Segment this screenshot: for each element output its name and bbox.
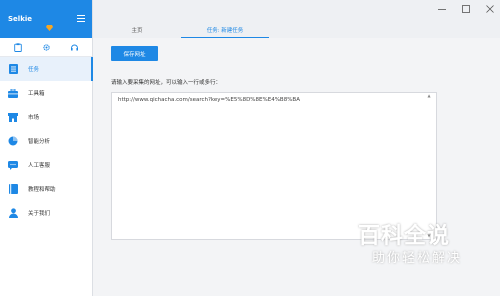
sidebar-item-help[interactable]: 教程和帮助 <box>0 177 92 201</box>
url-input-value: http://www.qichacha.com/search?key=%E5%8… <box>118 97 300 103</box>
sidebar-item-tasks[interactable]: 任务 <box>0 57 93 81</box>
vertical-scrollbar[interactable]: ▲ ▼ <box>427 93 431 239</box>
sidebar-item-support[interactable]: 人工客服 <box>0 153 92 177</box>
sidebar-item-market[interactable]: 市场 <box>0 105 92 129</box>
tab-new-task[interactable]: 任务: 新建任务 <box>181 24 269 38</box>
sidebar: Selkie 任务 工具箱 市场 智能分析 人工客服 教程和帮助 关于我们 <box>0 0 93 296</box>
url-input-textarea[interactable]: http://www.qichacha.com/search?key=%E5%8… <box>111 92 437 240</box>
book-icon <box>8 184 18 194</box>
market-icon <box>8 112 18 122</box>
app-title: Selkie <box>8 15 32 23</box>
url-input-hint: 请输入要采集的网址，可以输入一行或多行： <box>111 80 222 86</box>
sidebar-nav: 任务 工具箱 市场 智能分析 人工客服 教程和帮助 关于我们 <box>0 57 93 225</box>
sidebar-item-label: 关于我们 <box>28 211 51 217</box>
sidebar-header: Selkie <box>0 0 92 38</box>
save-url-button[interactable]: 保存网址 <box>111 46 158 61</box>
title-bar: 主页 任务: 新建任务 <box>93 0 500 38</box>
watermark-title: 百科全说 <box>358 224 451 249</box>
menu-toggle-icon[interactable] <box>77 15 85 22</box>
chat-icon <box>8 160 18 170</box>
headset-icon[interactable] <box>70 43 79 52</box>
minimize-icon[interactable] <box>438 5 446 13</box>
scroll-up-icon[interactable]: ▲ <box>427 94 431 98</box>
task-list-icon <box>8 64 18 74</box>
user-icon <box>8 208 18 218</box>
sidebar-item-label: 任务 <box>28 67 40 73</box>
gear-icon[interactable] <box>42 43 51 52</box>
pie-chart-icon <box>8 136 18 146</box>
window-controls <box>438 5 494 13</box>
watermark: 百科全说 助你轻松解决 <box>358 224 476 276</box>
maximize-icon[interactable] <box>462 5 470 13</box>
sidebar-item-label: 教程和帮助 <box>28 187 56 193</box>
sidebar-item-analysis[interactable]: 智能分析 <box>0 129 92 153</box>
sidebar-item-toolbox[interactable]: 工具箱 <box>0 81 92 105</box>
clipboard-icon[interactable] <box>14 42 23 52</box>
tab-home[interactable]: 主页 <box>93 24 181 38</box>
toolbox-icon <box>8 88 18 98</box>
sidebar-item-about[interactable]: 关于我们 <box>0 201 92 225</box>
sidebar-item-label: 人工客服 <box>28 163 51 169</box>
close-icon[interactable] <box>486 5 494 13</box>
sidebar-item-label: 智能分析 <box>28 139 51 145</box>
vip-diamond-icon <box>46 16 53 31</box>
sidebar-quick-icons <box>0 38 92 57</box>
tab-bar: 主页 任务: 新建任务 <box>93 24 269 38</box>
watermark-subtitle: 助你轻松解决 <box>372 251 463 266</box>
sidebar-item-label: 市场 <box>28 115 40 121</box>
sidebar-item-label: 工具箱 <box>28 91 45 97</box>
